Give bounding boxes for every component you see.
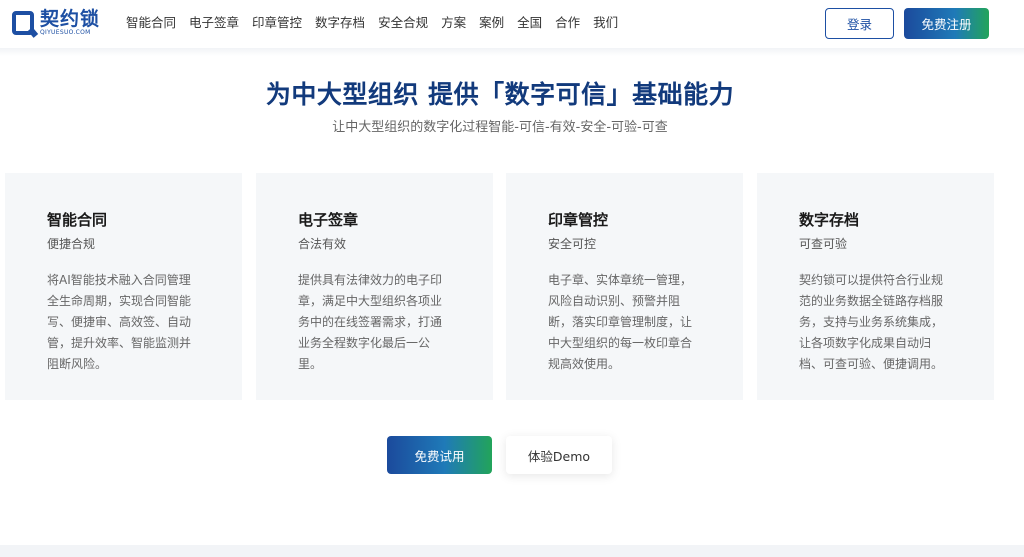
logo-domain: QIYUESUO.COM	[40, 29, 91, 36]
logo-icon	[12, 11, 34, 35]
main-nav: 智能合同 电子签章 印章管控 数字存档 安全合规 方案 案例 全国 合作 我们	[126, 15, 631, 31]
card-description: 电子章、实体章统一管理，风险自动识别、预警并阻断，落实印章管理制度，让中大型组织…	[548, 273, 693, 371]
card-title: 电子签章	[298, 211, 359, 229]
header-divider	[0, 48, 1024, 56]
nav-item-security-compliance[interactable]: 安全合规	[378, 15, 428, 31]
card-title: 智能合同	[47, 211, 108, 229]
feature-card-e-signature[interactable]: 电子签章 合法有效 提供具有法律效力的电子印章，满足中大型组织各项业务中的在线签…	[256, 173, 493, 400]
nav-item-seal-control[interactable]: 印章管控	[252, 15, 302, 31]
hero-title: 为中大型组织 提供「数字可信」基础能力	[265, 80, 735, 109]
logo-name: 契约锁	[40, 8, 101, 30]
card-subtitle: 便捷合规	[47, 237, 96, 251]
nav-item-cases[interactable]: 案例	[479, 15, 504, 31]
nav-item-e-signature[interactable]: 电子签章	[189, 15, 239, 31]
feature-card-smart-contract[interactable]: 智能合同 便捷合规 将AI智能技术融入合同管理全生命周期，实现合同智能写、便捷审…	[5, 173, 242, 400]
nav-item-solutions[interactable]: 方案	[441, 15, 466, 31]
demo-button[interactable]: 体验Demo	[506, 436, 612, 474]
nav-item-digital-archive[interactable]: 数字存档	[315, 15, 365, 31]
card-subtitle: 可查可验	[799, 237, 848, 251]
feature-card-digital-archive[interactable]: 数字存档 可查可验 契约锁可以提供符合行业规范的业务数据全链路存档服务，支持与业…	[757, 173, 994, 400]
card-title: 数字存档	[799, 211, 860, 229]
nav-item-nationwide[interactable]: 全国	[517, 15, 542, 31]
site-header: 契约锁 QIYUESUO.COM 智能合同 电子签章 印章管控 数字存档 安全合…	[0, 0, 1024, 48]
next-section-edge	[0, 545, 1024, 557]
feature-card-seal-control[interactable]: 印章管控 安全可控 电子章、实体章统一管理，风险自动识别、预警并阻断，落实印章管…	[506, 173, 743, 400]
brand-logo[interactable]: 契约锁 QIYUESUO.COM	[12, 9, 100, 36]
free-trial-button[interactable]: 免费试用	[387, 436, 492, 474]
register-button[interactable]: 免费注册	[904, 8, 989, 39]
hero-subtitle: 让中大型组织的数字化过程智能-可信-有效-安全-可验-可查	[332, 120, 668, 135]
nav-item-about-us[interactable]: 我们	[593, 15, 618, 31]
card-description: 提供具有法律效力的电子印章，满足中大型组织各项业务中的在线签署需求，打通业务全程…	[298, 273, 443, 371]
login-button[interactable]: 登录	[825, 8, 894, 39]
card-subtitle: 安全可控	[548, 237, 597, 251]
nav-item-smart-contract[interactable]: 智能合同	[126, 15, 176, 31]
card-description: 契约锁可以提供符合行业规范的业务数据全链路存档服务，支持与业务系统集成，让各项数…	[799, 273, 944, 371]
card-subtitle: 合法有效	[298, 237, 347, 251]
card-title: 印章管控	[548, 211, 609, 229]
nav-item-partners[interactable]: 合作	[555, 15, 580, 31]
card-description: 将AI智能技术融入合同管理全生命周期，实现合同智能写、便捷审、高效签、自动管，提…	[47, 273, 192, 371]
logo-text: 契约锁 QIYUESUO.COM	[40, 9, 100, 36]
